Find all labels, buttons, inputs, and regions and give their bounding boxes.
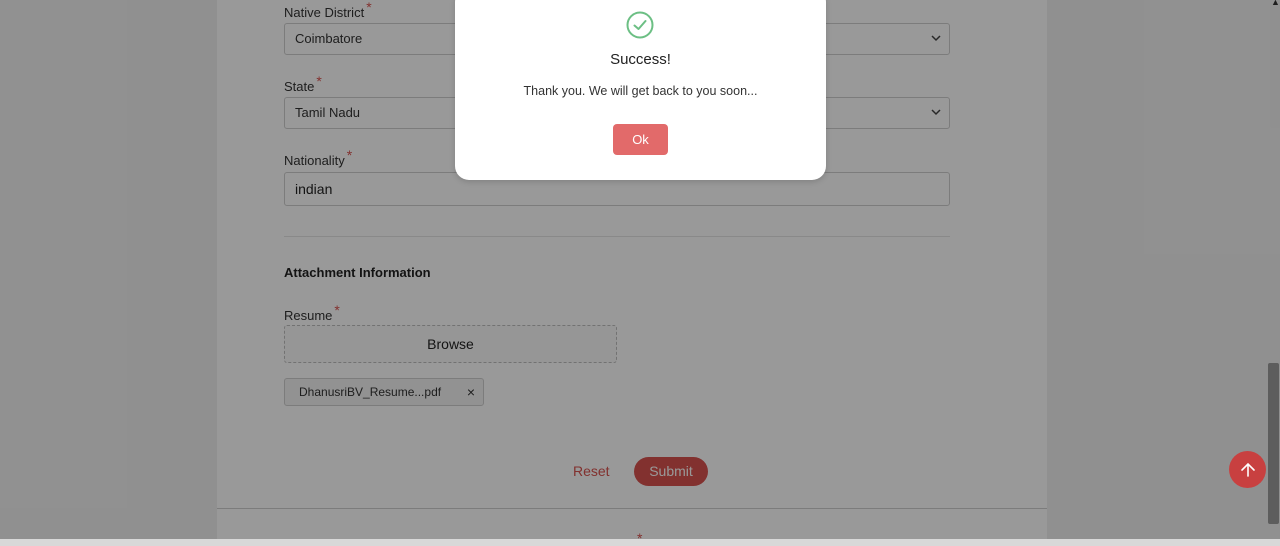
check-circle-icon bbox=[626, 11, 654, 39]
dialog-title: Success! bbox=[610, 51, 671, 68]
success-dialog: Success! Thank you. We will get back to … bbox=[455, 0, 826, 180]
ok-button[interactable]: Ok bbox=[613, 124, 668, 155]
dialog-message: Thank you. We will get back to you soon.… bbox=[523, 84, 758, 98]
arrow-up-icon bbox=[1240, 462, 1255, 477]
scroll-to-top-button[interactable] bbox=[1229, 451, 1266, 488]
scrollbar-thumb[interactable] bbox=[1268, 363, 1279, 524]
